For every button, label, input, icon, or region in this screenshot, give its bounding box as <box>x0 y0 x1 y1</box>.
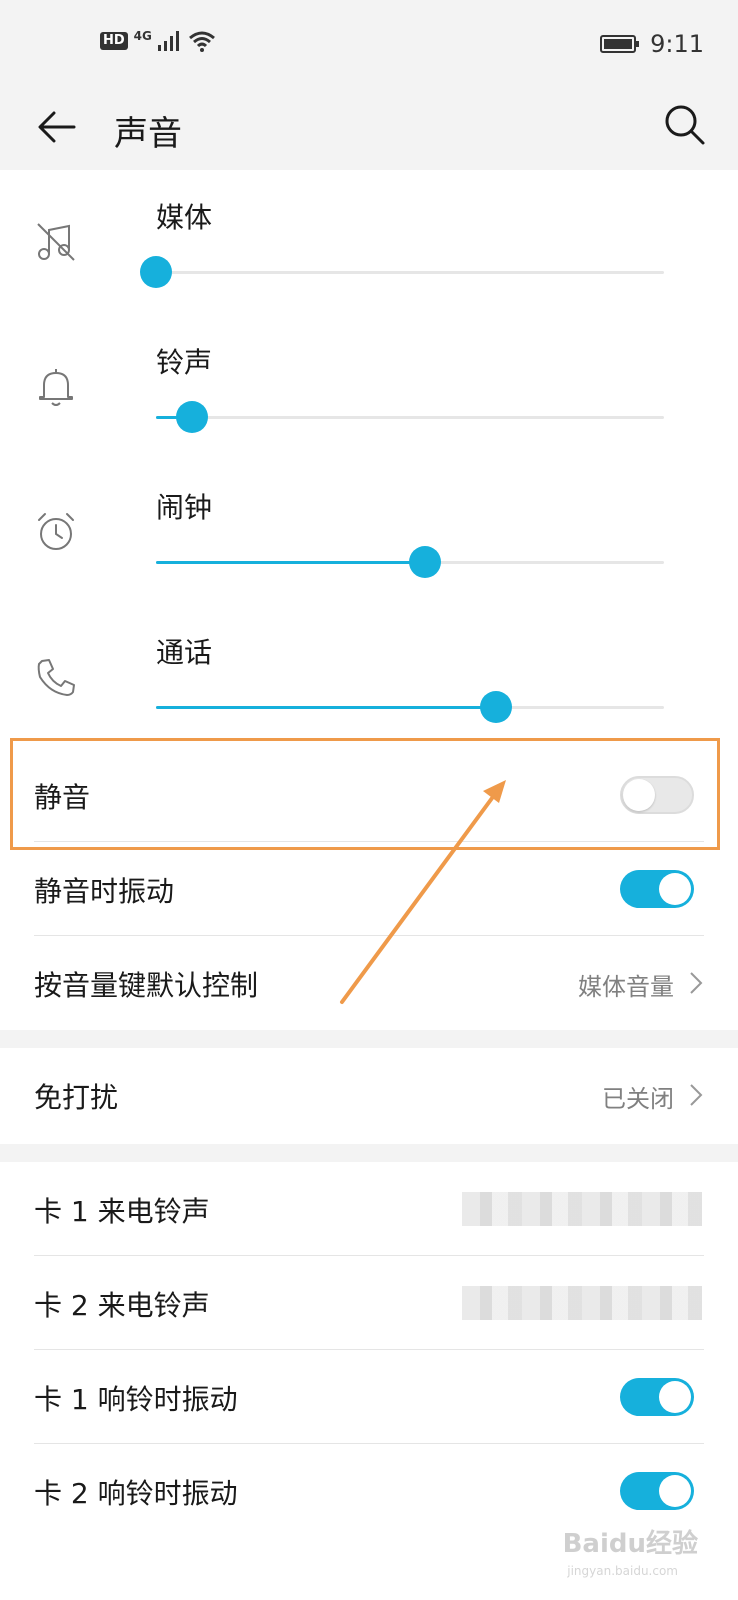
slider-thumb[interactable] <box>480 691 513 723</box>
wifi-icon <box>188 31 215 52</box>
status-right: 9:11 <box>600 30 704 58</box>
slider-fill <box>156 706 497 709</box>
music-muted-icon <box>37 223 75 261</box>
slider-thumb[interactable] <box>409 546 442 578</box>
sim2-ringtone-row[interactable]: 卡 2 来电铃声 <box>0 1256 738 1350</box>
sim1-vibrate-row[interactable]: 卡 1 响铃时振动 <box>0 1350 738 1444</box>
watermark-brand: Baidu经验 <box>562 1529 698 1559</box>
alarm-clock-icon <box>38 513 74 550</box>
phone-icon <box>37 659 75 696</box>
volume-label-media: 媒体 <box>156 201 213 234</box>
bell-icon <box>39 369 73 406</box>
chevron-right-icon <box>690 1084 703 1106</box>
watermark-url: jingyan.baidu.com <box>567 1564 678 1578</box>
volume-card: 媒体 铃声 闹钟 通话 静音 静音时振动 按音量键默认控制 媒体音量 <box>0 170 738 1030</box>
volume-row-media: 媒体 <box>0 170 738 315</box>
signal-icon <box>157 31 179 51</box>
toggle-knob <box>659 1475 691 1507</box>
slider-track <box>156 416 664 419</box>
dnd-row[interactable]: 免打扰 已关闭 <box>0 1048 738 1142</box>
sim1-vibrate-label: 卡 1 响铃时振动 <box>34 1383 238 1416</box>
status-bar: HD 4G 9:11 <box>0 0 738 88</box>
status-indicators: HD 4G <box>100 29 216 52</box>
mute-label: 静音 <box>34 781 91 814</box>
clock: 9:11 <box>650 30 704 58</box>
dnd-value: 已关闭 <box>602 1085 674 1113</box>
sim1-vibrate-toggle[interactable] <box>620 1378 694 1416</box>
page-title: 声音 <box>114 114 182 154</box>
chevron-right-icon <box>690 972 703 994</box>
volume-key-value: 媒体音量 <box>578 973 674 1001</box>
network-type: 4G <box>133 29 152 43</box>
arrow-left-icon[interactable] <box>34 104 80 150</box>
volume-label-alarm: 闹钟 <box>156 491 213 524</box>
volume-row-ringtone: 铃声 <box>0 315 738 460</box>
sim1-ringtone-label: 卡 1 来电铃声 <box>34 1195 210 1228</box>
volume-row-call: 通话 <box>0 605 738 750</box>
volume-label-call: 通话 <box>156 636 213 669</box>
slider-track <box>156 271 664 274</box>
hd-badge: HD <box>100 32 128 50</box>
call-volume-slider[interactable] <box>156 687 664 727</box>
volume-key-row[interactable]: 按音量键默认控制 媒体音量 <box>0 936 738 1030</box>
sim2-vibrate-label: 卡 2 响铃时振动 <box>34 1477 238 1510</box>
ringtone-volume-slider[interactable] <box>156 397 664 437</box>
blurred-value <box>462 1192 702 1226</box>
dnd-card: 免打扰 已关闭 <box>0 1048 738 1144</box>
toggle-knob <box>659 1381 691 1413</box>
volume-row-alarm: 闹钟 <box>0 460 738 605</box>
volume-key-label: 按音量键默认控制 <box>34 969 259 1002</box>
media-volume-slider[interactable] <box>140 252 664 292</box>
alarm-volume-slider[interactable] <box>156 542 664 582</box>
mute-toggle[interactable] <box>620 776 694 814</box>
app-bar: 声音 <box>0 88 738 170</box>
vibrate-on-mute-toggle[interactable] <box>620 870 694 908</box>
search-icon[interactable] <box>662 102 708 148</box>
volume-label-ringtone: 铃声 <box>156 346 213 379</box>
sim2-ringtone-label: 卡 2 来电铃声 <box>34 1289 210 1322</box>
battery-icon <box>600 35 640 53</box>
toggle-knob <box>623 779 655 811</box>
vibrate-on-mute-row[interactable]: 静音时振动 <box>0 842 738 936</box>
toggle-knob <box>659 873 691 905</box>
blurred-value <box>462 1286 702 1320</box>
vibrate-on-mute-label: 静音时振动 <box>34 875 175 908</box>
sim2-vibrate-toggle[interactable] <box>620 1472 694 1510</box>
dnd-label: 免打扰 <box>34 1081 119 1114</box>
sim1-ringtone-row[interactable]: 卡 1 来电铃声 <box>0 1162 738 1256</box>
slider-thumb[interactable] <box>175 401 208 433</box>
mute-row[interactable]: 静音 <box>0 748 738 842</box>
slider-thumb[interactable] <box>140 256 172 288</box>
slider-fill <box>156 561 426 564</box>
